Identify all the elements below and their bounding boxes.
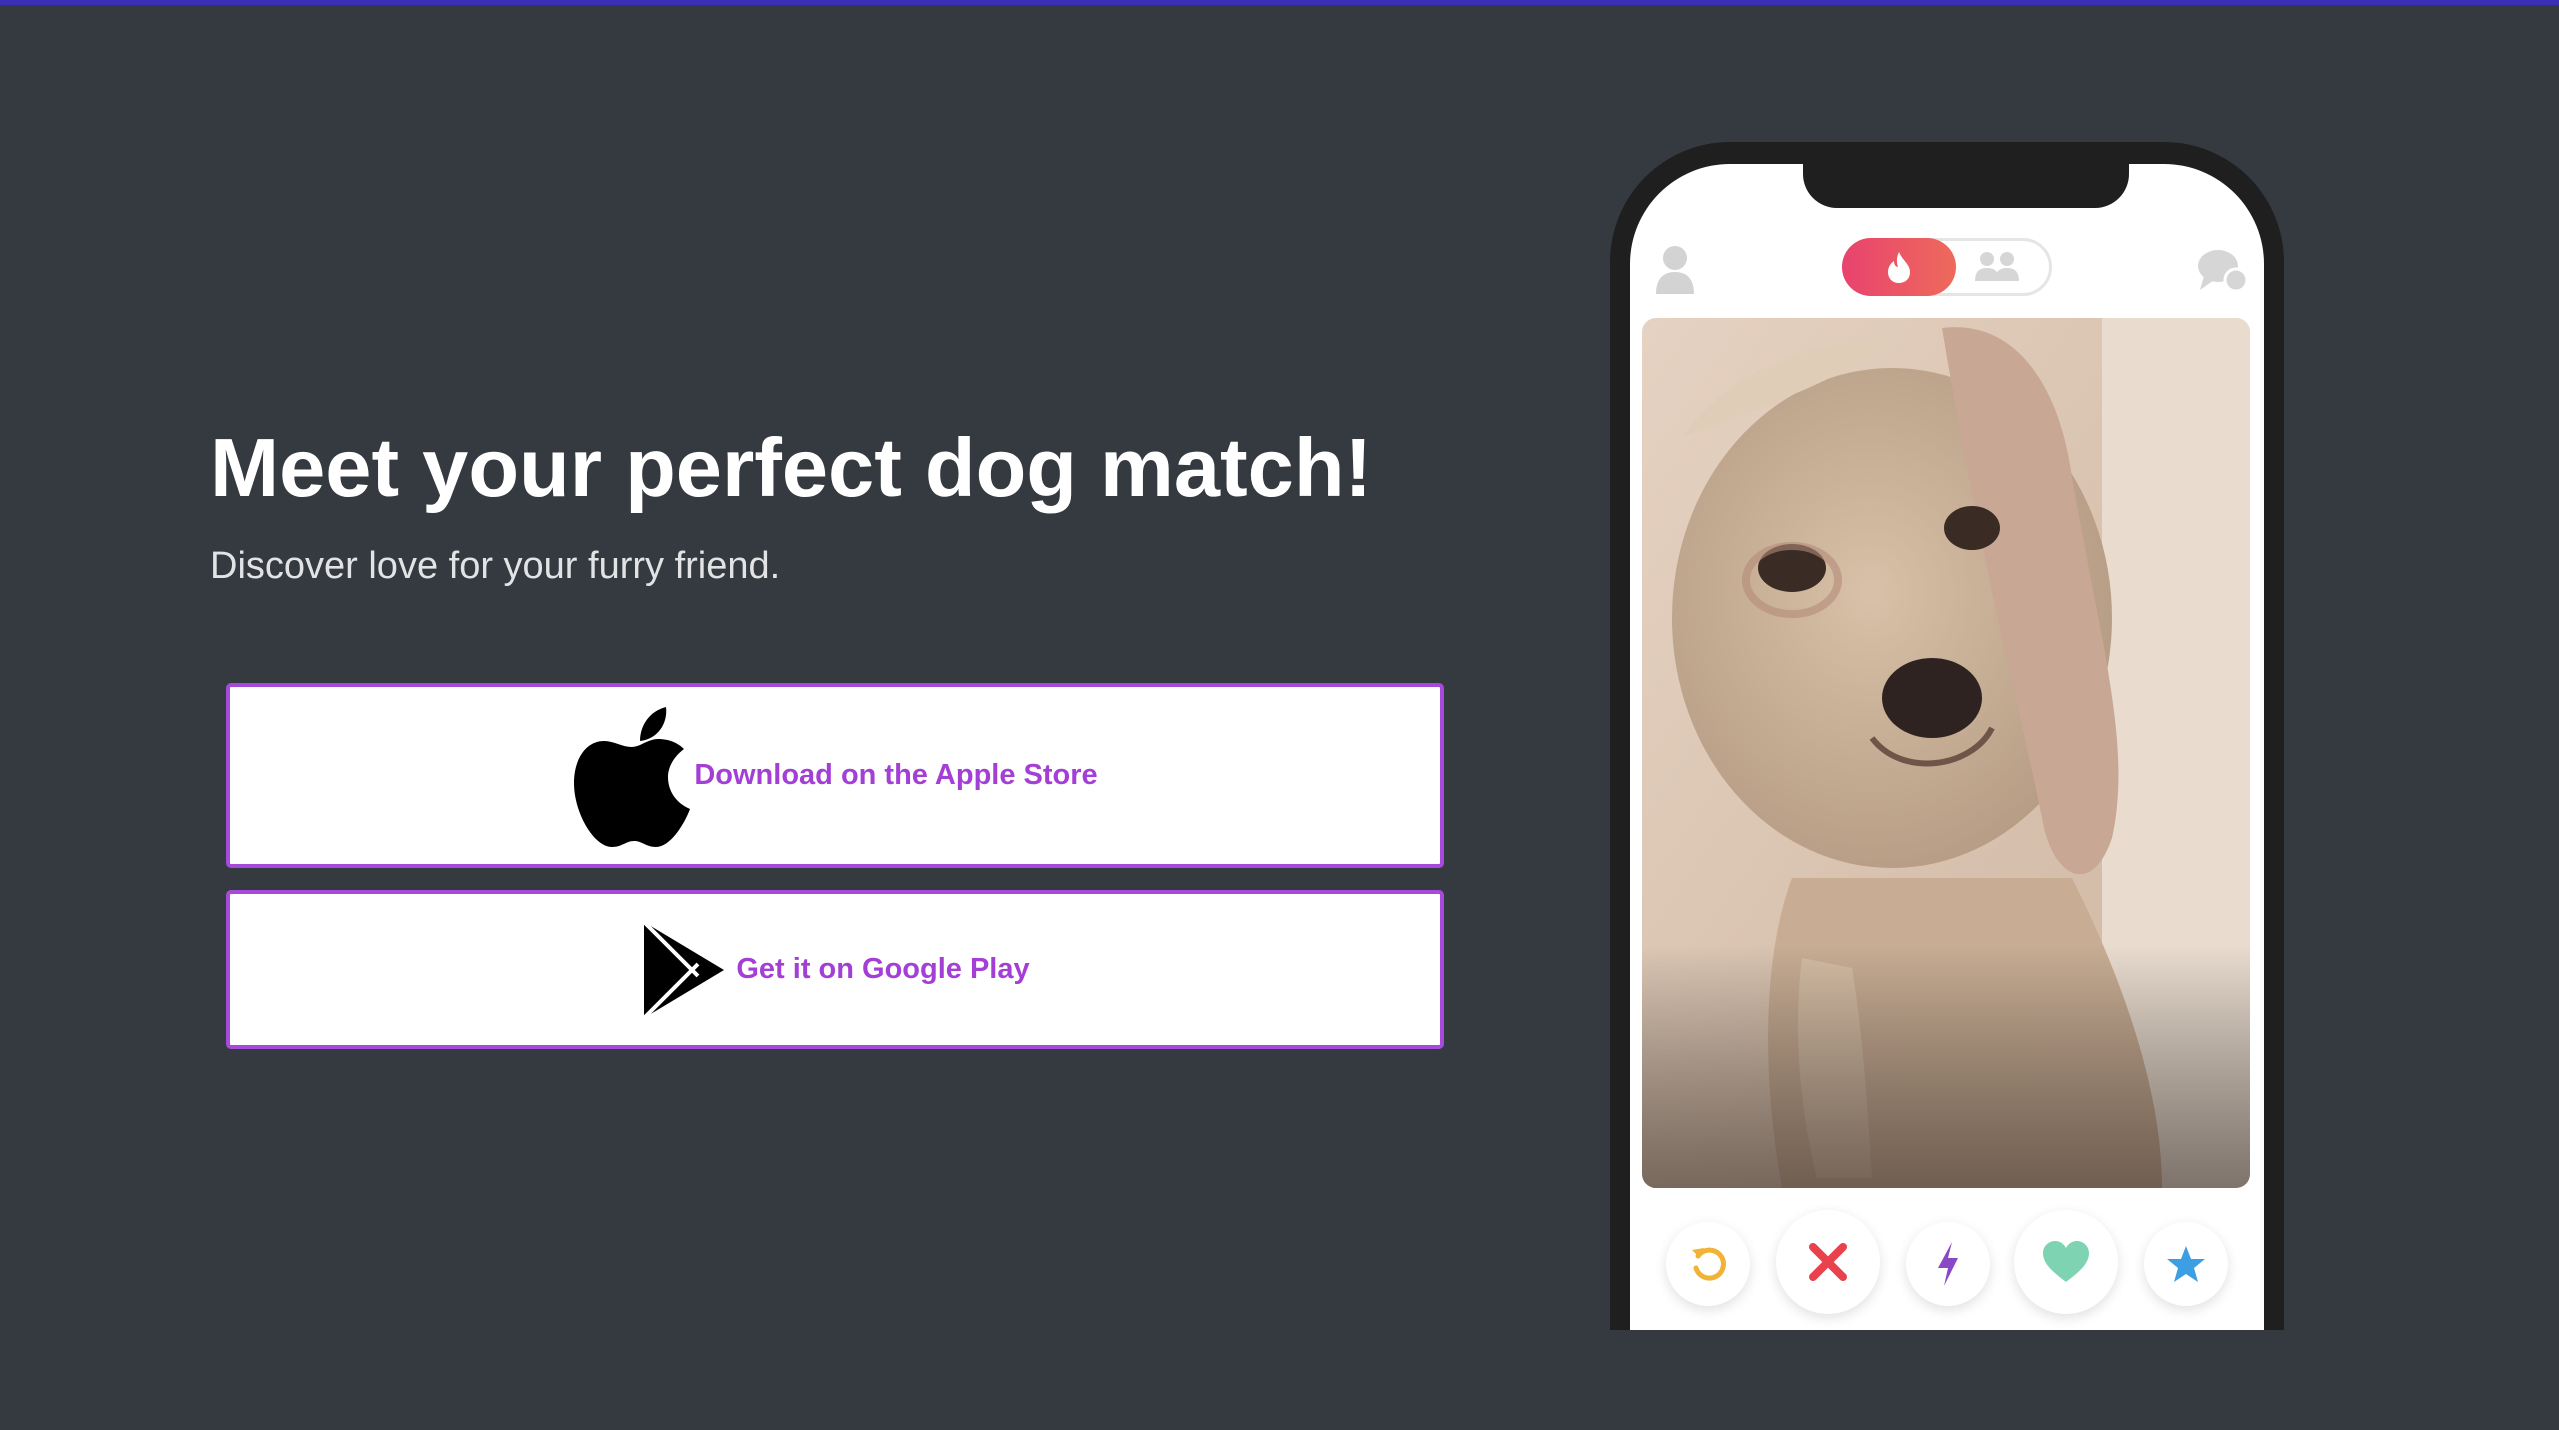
mode-toggle[interactable] xyxy=(1842,238,2052,296)
hero-title: Meet your perfect dog match! xyxy=(210,421,1373,514)
undo-icon xyxy=(1692,1247,1726,1281)
profile-icon[interactable] xyxy=(1654,244,1696,296)
apple-store-button[interactable]: Download on the Apple Store xyxy=(226,683,1444,868)
dog-photo xyxy=(1642,318,2250,1188)
phone-mockup xyxy=(1610,142,2284,1330)
chat-icon[interactable] xyxy=(2196,246,2248,294)
top-accent-line xyxy=(0,0,2559,5)
apple-store-label: Download on the Apple Store xyxy=(694,759,1098,791)
heart-icon xyxy=(2043,1241,2089,1282)
close-icon xyxy=(1809,1243,1847,1281)
google-play-icon xyxy=(642,920,725,1019)
google-play-button[interactable]: Get it on Google Play xyxy=(226,890,1444,1049)
bolt-icon xyxy=(1938,1242,1958,1286)
phone-screen xyxy=(1630,164,2264,1330)
google-play-label: Get it on Google Play xyxy=(736,953,1030,985)
like-button[interactable] xyxy=(2014,1210,2118,1314)
super-like-button[interactable] xyxy=(2144,1222,2228,1306)
hero-subtitle: Discover love for your furry friend. xyxy=(210,545,781,587)
toggle-swipe-active[interactable] xyxy=(1842,238,1956,296)
boost-button[interactable] xyxy=(1906,1222,1990,1306)
nope-button[interactable] xyxy=(1776,1210,1880,1314)
phone-notch xyxy=(1803,164,2129,208)
group-icon[interactable] xyxy=(1973,249,2021,283)
apple-logo-icon xyxy=(574,706,695,847)
rewind-button[interactable] xyxy=(1666,1222,1750,1306)
star-icon xyxy=(2167,1246,2205,1282)
flame-icon xyxy=(1888,252,1910,283)
